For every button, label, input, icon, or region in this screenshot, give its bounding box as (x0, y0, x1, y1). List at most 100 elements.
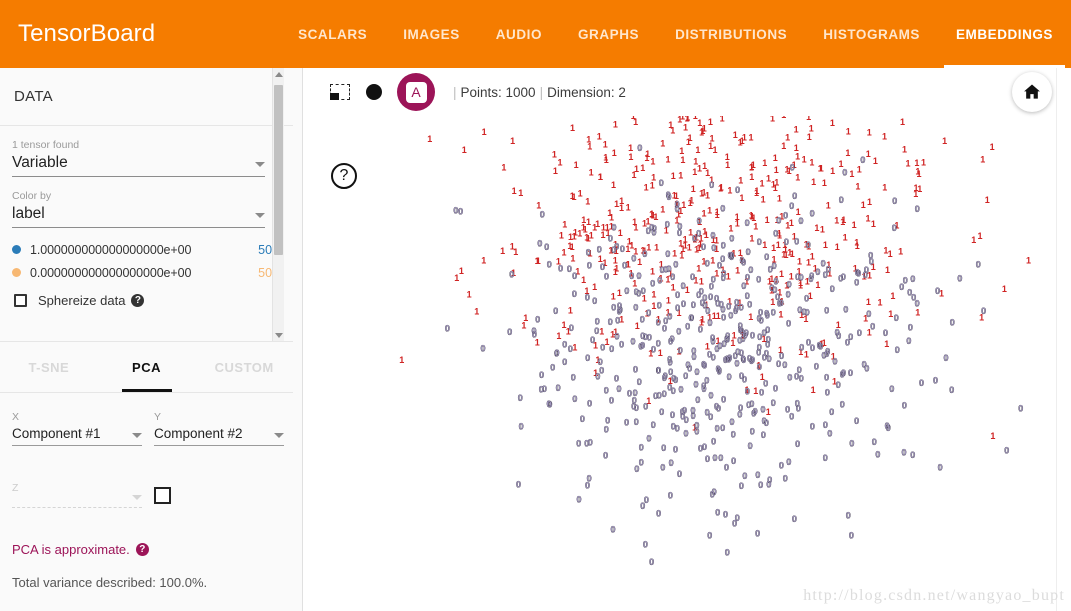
scatter-point-label[interactable]: 1 (914, 158, 919, 168)
nav-tab-embeddings[interactable]: EMBEDDINGS (938, 0, 1071, 68)
scatter-point-label[interactable]: 0 (849, 438, 854, 448)
scatter-point-label[interactable]: 0 (646, 433, 651, 444)
scatter-point-label[interactable]: 1 (568, 305, 573, 315)
scatter-point-label[interactable]: 0 (728, 310, 733, 320)
scatter-point-label[interactable]: 1 (818, 163, 823, 173)
scatter-point-label[interactable]: 1 (871, 219, 876, 229)
scatter-point-label[interactable]: 1 (855, 182, 860, 192)
scatter-point-label[interactable]: 0 (554, 348, 559, 358)
scatter-point-label[interactable]: 0 (721, 394, 726, 405)
scatter-point-label[interactable]: 0 (855, 267, 860, 277)
scatter-point-label[interactable]: 0 (798, 216, 803, 226)
scatter-point-label[interactable]: 1 (846, 126, 851, 136)
scatter-point-label[interactable]: 0 (668, 490, 673, 501)
scatter-point-label[interactable]: 1 (613, 120, 618, 130)
scatter-point-label[interactable]: 0 (786, 319, 791, 329)
scatter-point-label[interactable]: 0 (892, 223, 897, 233)
scatter-point-label[interactable]: 0 (643, 332, 648, 342)
scatter-point-label[interactable]: 0 (745, 272, 750, 282)
scatter-point-label[interactable]: 0 (747, 353, 752, 363)
scatter-point-label[interactable]: 1 (766, 173, 771, 183)
scatter-point-label[interactable]: 1 (581, 275, 586, 285)
scatter-point-label[interactable]: 0 (675, 303, 680, 313)
scatter-point-label[interactable]: 0 (610, 525, 615, 535)
scatter-point-label[interactable]: 1 (761, 194, 766, 204)
scatter-point-label[interactable]: 0 (605, 415, 610, 426)
scatter-point-label[interactable]: 1 (680, 155, 685, 165)
scatter-point-label[interactable]: 0 (710, 230, 715, 240)
scatter-point-label[interactable]: 1 (759, 178, 764, 188)
scatter-point-label[interactable]: 0 (797, 365, 802, 375)
scatter-point-label[interactable]: 1 (628, 152, 633, 162)
scatter-point-label[interactable]: 0 (906, 336, 911, 346)
home-button[interactable] (1012, 72, 1052, 112)
scatter-point-label[interactable]: 0 (814, 361, 819, 372)
scatter-point-label[interactable]: 1 (512, 186, 517, 196)
scatter-point-label[interactable]: 1 (631, 170, 636, 180)
scatter-point-label[interactable]: 1 (562, 219, 567, 229)
scatter-point-label[interactable]: 0 (656, 317, 661, 327)
scatter-point-label[interactable]: 1 (654, 243, 659, 253)
scatter-point-label[interactable]: 1 (570, 253, 575, 263)
scatter-point-label[interactable]: 1 (807, 132, 812, 142)
pca-x-select[interactable]: Component #1 (12, 424, 142, 446)
scatter-point-label[interactable]: 0 (572, 271, 577, 281)
scatter-point-label[interactable]: 0 (715, 507, 720, 517)
scatter-point-label[interactable]: 1 (680, 116, 685, 122)
scatter-point-label[interactable]: 0 (848, 368, 853, 378)
scatter-point-label[interactable]: 1 (726, 272, 731, 282)
scatter-point-label[interactable]: 0 (849, 530, 854, 540)
scatter-point-label[interactable]: 0 (585, 353, 590, 363)
scatter-point-label[interactable]: 1 (811, 385, 816, 395)
scatter-point-label[interactable]: 1 (916, 169, 921, 179)
scatter-point-label[interactable]: 1 (884, 339, 889, 349)
scatter-point-label[interactable]: 1 (980, 155, 985, 165)
scatter-point-label[interactable]: 1 (510, 136, 515, 146)
scatter-point-label[interactable]: 0 (516, 479, 521, 489)
scatter-point-label[interactable]: 0 (698, 324, 703, 334)
scatter-point-label[interactable]: 0 (680, 407, 685, 417)
scatter-point-label[interactable]: 1 (683, 241, 688, 251)
scatter-point-label[interactable]: 0 (731, 456, 736, 466)
scatter-point-label[interactable]: 0 (742, 331, 748, 341)
projector-tab-custom[interactable]: CUSTOM (195, 342, 293, 392)
scatter-point-label[interactable]: 0 (759, 315, 764, 326)
scatter-point-label[interactable]: 1 (695, 145, 700, 155)
scatter-point-label[interactable]: 0 (656, 338, 661, 348)
scatter-point-label[interactable]: 0 (634, 287, 639, 297)
legend-item[interactable]: 0.000000000000000000e+00 500 (0, 261, 293, 284)
scatter-point-label[interactable]: 0 (846, 511, 851, 521)
scatter-point-label[interactable]: 0 (875, 449, 880, 459)
scatter-point-label[interactable]: 0 (843, 305, 848, 315)
scatter-point-label[interactable]: 0 (792, 514, 797, 524)
scatter-point-label[interactable]: 0 (860, 155, 865, 165)
scatter-point-label[interactable]: 1 (834, 216, 839, 226)
scroll-up-arrow-icon[interactable] (273, 68, 284, 80)
scatter-point-label[interactable]: 1 (611, 291, 616, 301)
scatter-point-label[interactable]: 1 (990, 142, 995, 152)
scatter-point-label[interactable]: 0 (720, 423, 725, 433)
scatter-point-label[interactable]: 0 (937, 463, 943, 473)
scatter-point-label[interactable]: 0 (810, 421, 815, 431)
scatter-point-label[interactable]: 0 (687, 364, 692, 374)
scatter-point-label[interactable]: 0 (665, 249, 670, 259)
scatter-point-label[interactable]: 1 (612, 148, 617, 158)
scatter-point-label[interactable]: 0 (783, 474, 788, 484)
scatter-point-label[interactable]: 0 (666, 192, 671, 202)
scatter-point-label[interactable]: 0 (568, 344, 573, 354)
scatter-point-label[interactable]: 0 (735, 185, 740, 195)
scatter-point-label[interactable]: 1 (785, 133, 790, 143)
scatter-point-label[interactable]: 1 (689, 196, 694, 206)
scatter-point-label[interactable]: 1 (781, 250, 786, 260)
nav-tab-scalars[interactable]: SCALARS (280, 0, 385, 68)
scatter-point-label[interactable]: 0 (671, 422, 676, 432)
scatter-point-label[interactable]: 0 (735, 347, 740, 357)
scatter-point-label[interactable]: 0 (823, 453, 828, 463)
scatter-point-label[interactable]: 1 (866, 297, 871, 307)
scatter-point-label[interactable]: 0 (786, 457, 791, 467)
scatter-point-label[interactable]: 0 (949, 385, 954, 395)
scatter-point-label[interactable]: 0 (643, 401, 648, 412)
scatter-point-label[interactable]: 0 (667, 354, 672, 364)
scatter-point-label[interactable]: 0 (766, 354, 772, 364)
scatter-point-label[interactable]: 1 (802, 155, 807, 165)
